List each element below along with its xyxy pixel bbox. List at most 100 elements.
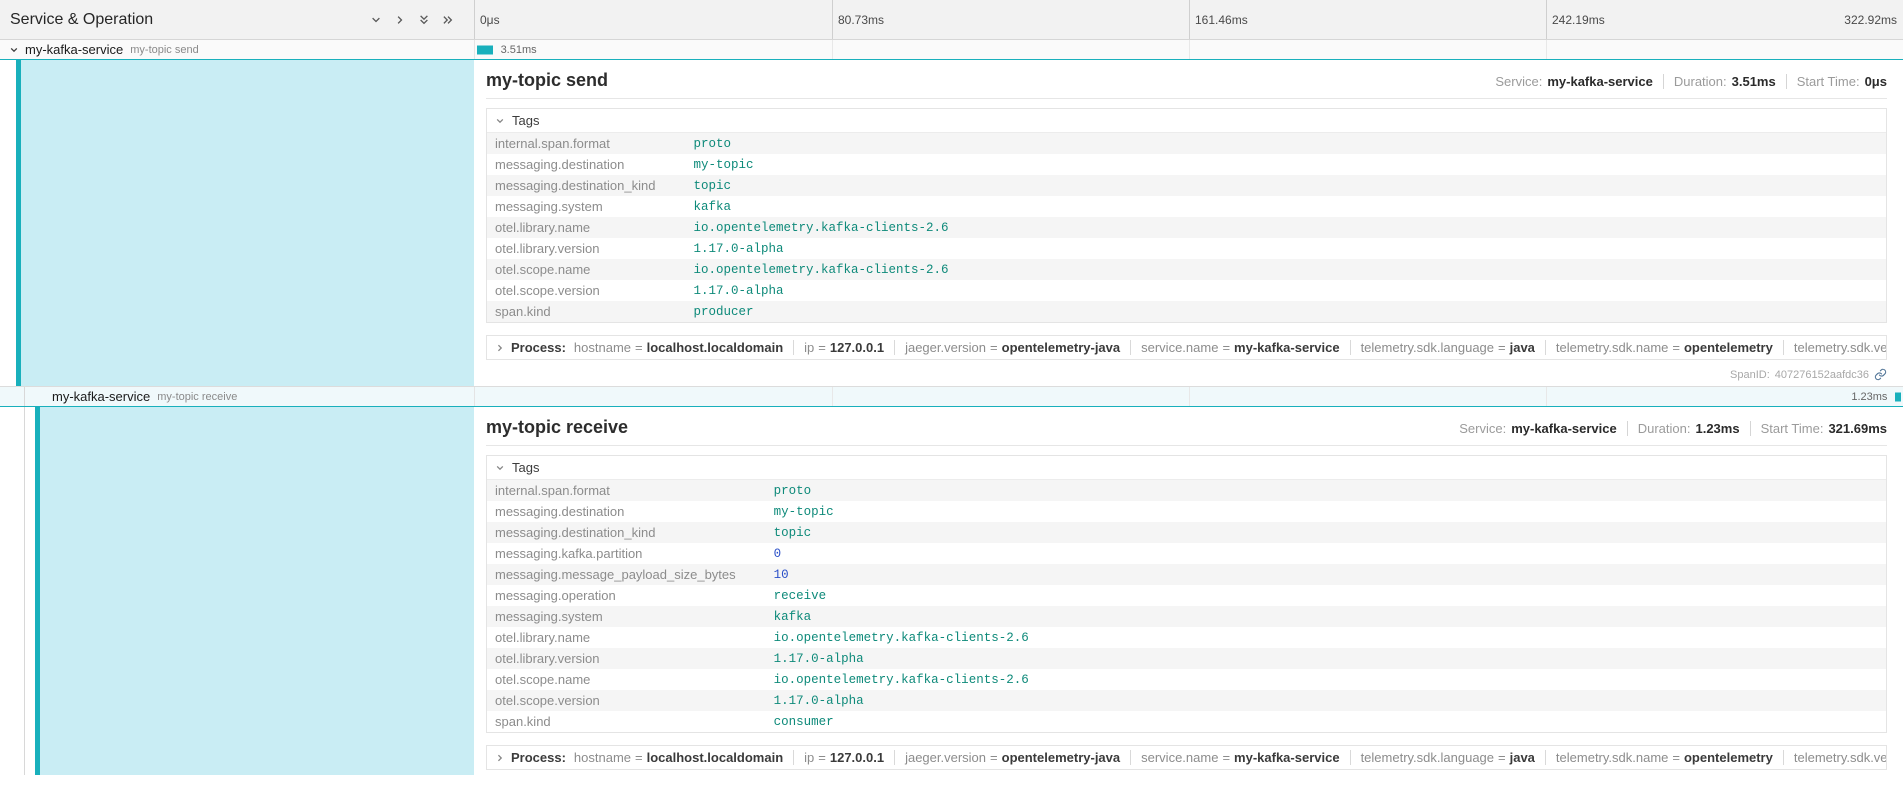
process-attr: jaeger.version=opentelemetry-java <box>894 750 1120 765</box>
selected-span-fill <box>21 60 474 386</box>
ruler-tick: 0μs <box>475 0 500 39</box>
meta-service: Service:my-kafka-service <box>1495 74 1653 89</box>
tag-row: internal.span.formatproto <box>487 480 1886 501</box>
collapse-one-chevron-down-icon[interactable] <box>370 14 382 26</box>
deep-link-icon[interactable] <box>1874 368 1887 381</box>
service-operation-header: Service & Operation <box>0 0 474 39</box>
span-children-chevron-down-icon[interactable] <box>9 45 19 55</box>
span-duration-bar[interactable] <box>1895 392 1901 401</box>
tag-row: otel.scope.version1.17.0-alpha <box>487 280 1886 301</box>
grid-line <box>832 40 833 59</box>
tags-accordion-header[interactable]: Tags <box>487 109 1886 133</box>
ruler-tick: 242.19ms <box>1546 0 1605 39</box>
tag-row: messaging.operationreceive <box>487 585 1886 606</box>
span-service-name: my-kafka-service <box>52 389 150 404</box>
tag-row: otel.library.nameio.opentelemetry.kafka-… <box>487 217 1886 238</box>
timeline-ruler[interactable]: 0μs 80.73ms 161.46ms 242.19ms 322.92ms <box>474 0 1903 39</box>
meta-start-time: Start Time:0μs <box>1786 74 1887 89</box>
tag-row: span.kindproducer <box>487 301 1886 322</box>
tag-row: messaging.destinationmy-topic <box>487 154 1886 175</box>
process-attr: telemetry.sdk.version=1.17.0 <box>1783 340 1887 355</box>
span-service-name: my-kafka-service <box>25 42 123 57</box>
tag-row: messaging.kafka.partition0 <box>487 543 1886 564</box>
tree-indent-guide <box>24 407 25 775</box>
process-attr: telemetry.sdk.language=java <box>1350 340 1535 355</box>
ruler-tick: 161.46ms <box>1189 0 1248 39</box>
process-attr: hostname=localhost.localdomain <box>574 340 783 355</box>
expand-one-chevron-right-icon[interactable] <box>394 14 406 26</box>
process-attr: ip=127.0.0.1 <box>793 750 884 765</box>
tick-label: 242.19ms <box>1552 13 1605 27</box>
tags-accordion: Tags internal.span.formatproto messaging… <box>486 108 1887 323</box>
tag-row: internal.span.formatproto <box>487 133 1886 154</box>
chevron-right-icon <box>495 343 505 353</box>
chevron-right-icon <box>495 753 505 763</box>
span-detail-meta: Service:my-kafka-service Duration:3.51ms… <box>1495 74 1887 89</box>
ruler-tick: 80.73ms <box>832 0 884 39</box>
tag-row: otel.library.version1.17.0-alpha <box>487 648 1886 669</box>
expand-all-double-chevron-right-icon[interactable] <box>442 14 454 26</box>
grid-line <box>1546 40 1547 59</box>
grid-line <box>1189 387 1190 406</box>
process-attr: service.name=my-kafka-service <box>1130 750 1339 765</box>
meta-duration: Duration:3.51ms <box>1663 74 1776 89</box>
span-detail-indent <box>0 60 474 386</box>
grid-line <box>1546 387 1547 406</box>
tag-row: messaging.message_payload_size_bytes10 <box>487 564 1886 585</box>
tags-accordion: Tags internal.span.formatproto messaging… <box>486 455 1887 733</box>
process-accordion-header[interactable]: Process: hostname=localhost.localdomain … <box>486 335 1887 360</box>
process-attr: telemetry.sdk.name=opentelemetry <box>1545 340 1773 355</box>
collapse-all-double-chevron-down-icon[interactable] <box>418 14 430 26</box>
tags-accordion-header[interactable]: Tags <box>487 456 1886 480</box>
span-detail-title: my-topic receive <box>486 417 628 438</box>
tags-label: Tags <box>512 113 539 128</box>
span-name-column[interactable]: my-kafka-service my-topic receive <box>0 387 474 406</box>
tag-row: messaging.destinationmy-topic <box>487 501 1886 522</box>
tree-indent-guide <box>24 387 25 406</box>
span-detail-header: my-topic send Service:my-kafka-service D… <box>486 70 1887 91</box>
divider <box>486 445 1887 446</box>
process-attr: telemetry.sdk.name=opentelemetry <box>1545 750 1773 765</box>
tag-row: messaging.destination_kindtopic <box>487 175 1886 196</box>
span-duration-label: 3.51ms <box>501 44 537 56</box>
tag-row: otel.scope.version1.17.0-alpha <box>487 690 1886 711</box>
span-detail-header: my-topic receive Service:my-kafka-servic… <box>486 417 1887 438</box>
tag-row: otel.scope.nameio.opentelemetry.kafka-cl… <box>487 259 1886 280</box>
meta-service: Service:my-kafka-service <box>1459 421 1617 436</box>
span-bar-column[interactable]: 3.51ms <box>474 40 1903 59</box>
tree-collapse-controls <box>370 14 454 26</box>
span-bar-column[interactable]: 1.23ms <box>474 387 1903 406</box>
span-detail-card: my-topic receive Service:my-kafka-servic… <box>474 407 1903 775</box>
span-detail-meta: Service:my-kafka-service Duration:1.23ms… <box>1459 421 1887 436</box>
span-id-row: SpanID: 407276152aafdc36 <box>486 368 1887 381</box>
tag-row: otel.library.version1.17.0-alpha <box>487 238 1886 259</box>
process-accordion-header[interactable]: Process: hostname=localhost.localdomain … <box>486 745 1887 770</box>
span-detail-send: my-topic send Service:my-kafka-service D… <box>0 59 1903 387</box>
tag-row: messaging.systemkafka <box>487 196 1886 217</box>
process-label: Process: <box>511 750 566 765</box>
tags-table: internal.span.formatproto messaging.dest… <box>487 133 1886 322</box>
divider <box>486 98 1887 99</box>
span-row-send[interactable]: my-kafka-service my-topic send 3.51ms <box>0 40 1903 59</box>
tick-label: 161.46ms <box>1195 13 1248 27</box>
span-name-column[interactable]: my-kafka-service my-topic send <box>0 40 474 59</box>
span-id-label: SpanID: <box>1730 369 1770 381</box>
tick-label: 80.73ms <box>838 13 884 27</box>
span-duration-bar[interactable] <box>477 45 493 54</box>
tag-row: messaging.destination_kindtopic <box>487 522 1886 543</box>
meta-start-time: Start Time:321.69ms <box>1750 421 1887 436</box>
process-attr: hostname=localhost.localdomain <box>574 750 783 765</box>
grid-line <box>1189 40 1190 59</box>
span-duration-label: 1.23ms <box>1851 391 1887 403</box>
span-id-value: 407276152aafdc36 <box>1775 369 1869 381</box>
tags-label: Tags <box>512 460 539 475</box>
span-row-receive[interactable]: my-kafka-service my-topic receive 1.23ms <box>0 387 1903 406</box>
service-operation-title: Service & Operation <box>10 11 153 29</box>
trace-timeline-view: Service & Operation 0μs 80.73ms 161.46ms <box>0 0 1903 790</box>
process-attr: telemetry.sdk.version=1.17.0 <box>1783 750 1887 765</box>
process-attr: telemetry.sdk.language=java <box>1350 750 1535 765</box>
process-label: Process: <box>511 340 566 355</box>
tag-row: messaging.systemkafka <box>487 606 1886 627</box>
process-attr: ip=127.0.0.1 <box>793 340 884 355</box>
chevron-down-icon <box>495 463 505 473</box>
